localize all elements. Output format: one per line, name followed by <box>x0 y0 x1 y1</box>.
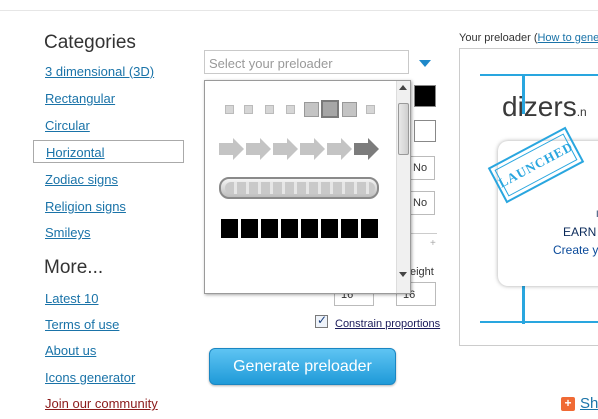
preview-vline-bottom <box>522 284 525 324</box>
height-label: eight <box>410 266 434 278</box>
preloader-preview: dizers.n LAUNCHED I EARN Create y <box>459 48 598 346</box>
preview-bottom-line <box>480 321 598 323</box>
scroll-up-icon[interactable] <box>399 85 407 90</box>
more-link-terms[interactable]: Terms of use <box>45 317 119 332</box>
plus-icon: + <box>430 238 436 249</box>
share-link[interactable]: Sh <box>580 395 598 412</box>
background-color-swatch[interactable] <box>414 120 436 142</box>
option-select-1[interactable]: No <box>409 156 435 180</box>
category-link-zodiac[interactable]: Zodiac signs <box>45 172 118 187</box>
generate-preloader-button[interactable]: Generate preloader <box>209 348 396 385</box>
preview-top-line <box>480 74 598 76</box>
checkmark-icon: ✓ <box>317 313 328 327</box>
constrain-checkbox[interactable]: ✓ <box>315 313 328 328</box>
slider-track <box>411 233 437 234</box>
category-link-rectangular[interactable]: Rectangular <box>45 91 115 106</box>
preview-black-blocks[interactable] <box>205 81 395 241</box>
your-preloader-label: Your preloader (How to gene <box>459 32 598 44</box>
category-link-horizontal[interactable]: Horizontal <box>33 140 184 163</box>
categories-heading: Categories <box>44 32 136 53</box>
your-preloader-text: Your preloader ( <box>459 32 538 44</box>
option-select-2[interactable]: No <box>409 191 435 215</box>
top-divider <box>0 10 598 11</box>
brand-text: dizers <box>502 91 577 122</box>
plus-icon[interactable]: + <box>561 397 575 411</box>
scrollbar-thumb[interactable] <box>398 103 409 155</box>
create-text: Create y <box>553 243 598 257</box>
preloader-select[interactable]: Select your preloader <box>204 50 409 74</box>
dropdown-scrollbar[interactable] <box>396 81 410 293</box>
more-heading: More... <box>44 257 104 278</box>
constrain-label[interactable]: Constrain proportions <box>335 318 440 330</box>
brand-logo: dizers.n <box>502 91 587 123</box>
earn-text: EARN <box>563 225 597 239</box>
more-link-community[interactable]: Join our community <box>45 396 158 411</box>
chevron-down-icon[interactable] <box>419 60 431 67</box>
category-link-smileys[interactable]: Smileys <box>45 225 91 240</box>
more-link-latest[interactable]: Latest 10 <box>45 291 99 306</box>
more-link-about[interactable]: About us <box>45 343 96 358</box>
category-link-3d[interactable]: 3 dimensional (3D) <box>45 64 154 79</box>
preloader-dropdown[interactable] <box>204 80 411 294</box>
category-link-circular[interactable]: Circular <box>45 118 90 133</box>
category-link-religion[interactable]: Religion signs <box>45 199 126 214</box>
brand-suffix: .n <box>576 105 587 119</box>
how-to-link[interactable]: How to gene <box>537 32 598 44</box>
more-link-icons-generator[interactable]: Icons generator <box>45 370 135 385</box>
scroll-down-icon[interactable] <box>399 272 407 277</box>
foreground-color-swatch[interactable] <box>414 85 436 107</box>
